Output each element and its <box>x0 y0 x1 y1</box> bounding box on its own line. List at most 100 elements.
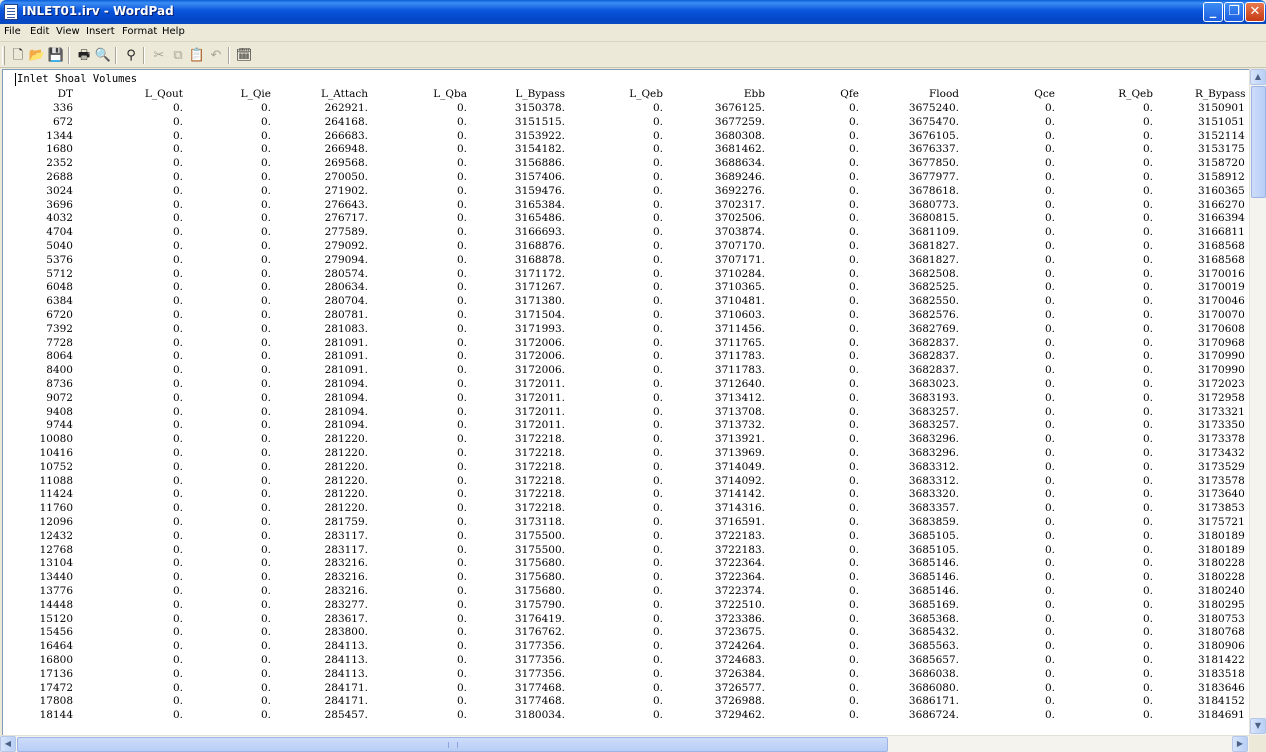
table-cell: 0. <box>456 529 467 542</box>
table-cell: 0. <box>260 322 271 335</box>
open-icon[interactable]: 📂 <box>27 46 47 65</box>
table-row: 17136 0. 0. 284113. 0. 3177356. 0. 3726384. 0. 36… <box>3 668 1253 681</box>
table-row: 5712 0. 0. 280574. 0. 3171172. 0. 3710284. 0. 368… <box>3 268 1253 281</box>
menu-insert[interactable]: Insert <box>86 26 115 37</box>
scroll-left-button[interactable]: ◀ <box>0 736 16 752</box>
menu-help[interactable]: Help <box>162 26 185 37</box>
table-row: 16464 0. 0. 284113. 0. 3177356. 0. 3724264. 0. 36… <box>3 640 1253 653</box>
table-cell: 0. <box>456 129 467 142</box>
table-cell: 0. <box>848 336 859 349</box>
scroll-down-button[interactable]: ▼ <box>1250 718 1266 734</box>
find-icon[interactable]: ⚲ <box>121 46 141 65</box>
table-cell: 279094. <box>324 253 368 266</box>
paste-icon[interactable]: 📋 <box>187 46 207 65</box>
table-cell: 3154182. <box>514 143 565 156</box>
table-cell: 0. <box>1044 585 1055 597</box>
menu-view[interactable]: View <box>56 26 80 37</box>
table-cell: 0. <box>848 447 859 459</box>
undo-icon[interactable]: ↶ <box>206 46 226 65</box>
table-cell: 0. <box>848 433 859 446</box>
table-cell: 0. <box>1142 571 1153 584</box>
toolbar-separator <box>228 47 230 64</box>
table-cell: 284171. <box>324 681 368 694</box>
menu-file[interactable]: File <box>4 26 21 37</box>
save-icon[interactable]: 💾 <box>46 46 66 65</box>
table-cell: 0. <box>1044 171 1055 183</box>
table-cell: 0. <box>1142 488 1153 501</box>
table-cell: 0. <box>172 419 183 432</box>
table-cell: 0. <box>652 378 663 390</box>
table-cell: 3677977. <box>908 171 959 183</box>
date-time-icon[interactable]: 🗓 <box>234 46 254 65</box>
table-cell: 0. <box>652 102 663 114</box>
menu-format[interactable]: Format <box>122 26 157 37</box>
table-cell: 0. <box>652 529 663 542</box>
table-cell: 0. <box>172 585 183 597</box>
table-cell: 280634. <box>324 281 368 294</box>
wordpad-app-icon[interactable] <box>4 4 18 20</box>
table-cell: 0. <box>260 102 271 114</box>
table-cell: 3710284. <box>714 267 765 280</box>
table-cell: 10080 <box>39 433 73 446</box>
table-cell: 0. <box>848 295 859 308</box>
table-cell: 0. <box>1142 143 1153 156</box>
close-button[interactable]: ✕ <box>1245 2 1265 22</box>
table-row: 2688 0. 0. 270050. 0. 3157406. 0. 3689246. 0. 367… <box>3 171 1253 184</box>
table-cell: 0. <box>172 240 183 252</box>
table-cell: 0. <box>260 695 271 708</box>
vertical-scroll-thumb[interactable] <box>1251 86 1266 198</box>
scroll-up-button[interactable]: ▲ <box>1250 69 1266 85</box>
table-cell: 0. <box>260 612 271 625</box>
text-caret <box>15 73 16 86</box>
table-cell: 0. <box>1142 157 1153 170</box>
table-cell: 0. <box>456 571 467 584</box>
table-cell: 5376 <box>46 253 73 266</box>
horizontal-scrollbar[interactable]: ◀ ▶ <box>0 735 1249 752</box>
table-cell: 0. <box>260 350 271 363</box>
table-cell: 3683257. <box>908 405 959 418</box>
table-cell: 0. <box>1044 612 1055 625</box>
horizontal-scroll-thumb[interactable] <box>17 737 888 752</box>
minimize-button[interactable]: _ <box>1203 2 1223 22</box>
column-header: Ebb <box>743 88 765 100</box>
table-cell: 0. <box>260 364 271 377</box>
table-cell: 0. <box>652 598 663 611</box>
table-cell: 0. <box>848 667 859 680</box>
print-preview-icon[interactable]: 🔍 <box>93 46 113 65</box>
scroll-right-button[interactable]: ▶ <box>1232 736 1248 752</box>
table-cell: 0. <box>652 543 663 556</box>
table-cell: 284113. <box>324 667 368 680</box>
menu-edit[interactable]: Edit <box>30 26 49 37</box>
table-cell: 283117. <box>324 543 368 556</box>
table-cell: 0. <box>1044 143 1055 156</box>
new-icon[interactable]: 🗋 <box>8 46 28 65</box>
table-cell: 3168876. <box>514 240 565 252</box>
table-cell: 0. <box>1142 198 1153 211</box>
table-cell: 0. <box>848 267 859 280</box>
table-cell: 3175500. <box>514 543 565 556</box>
print-icon[interactable]: 🖶 <box>74 46 94 65</box>
table-cell: 0. <box>1044 488 1055 501</box>
table-cell: 0. <box>1142 447 1153 459</box>
document-area[interactable]: Inlet Shoal Volumes DT L_Qout L_Qie L_At… <box>2 69 1266 735</box>
table-cell: 3683257. <box>908 419 959 432</box>
title-bar[interactable]: INLET01.irv - WordPad _ ❐ ✕ <box>0 0 1266 24</box>
table-cell: 3172218. <box>514 474 565 487</box>
toolbar-grip[interactable] <box>2 46 5 65</box>
maximize-button[interactable]: ❐ <box>1224 2 1244 22</box>
table-cell: 0. <box>1044 654 1055 666</box>
scrollbar-corner <box>1249 735 1266 752</box>
table-cell: 0. <box>172 543 183 556</box>
table-cell: 0. <box>456 695 467 708</box>
cut-icon[interactable]: ✂ <box>149 46 169 65</box>
table-cell: 3711783. <box>714 364 765 377</box>
table-row: 9408 0. 0. 281094. 0. 3172011. 0. 3713708. 0. 368… <box>3 406 1253 419</box>
table-cell: 0. <box>456 364 467 377</box>
table-cell: 3171172. <box>514 267 565 280</box>
vertical-scrollbar[interactable]: ▲ ▼ <box>1249 69 1266 735</box>
table-cell: 3722183. <box>714 543 765 556</box>
table-row: 13104 0. 0. 283216. 0. 3175680. 0. 3722364. 0. 36… <box>3 557 1253 570</box>
copy-icon[interactable]: ⧉ <box>168 46 188 65</box>
table-cell: 280574. <box>324 267 368 280</box>
table-cell: 281094. <box>324 391 368 404</box>
